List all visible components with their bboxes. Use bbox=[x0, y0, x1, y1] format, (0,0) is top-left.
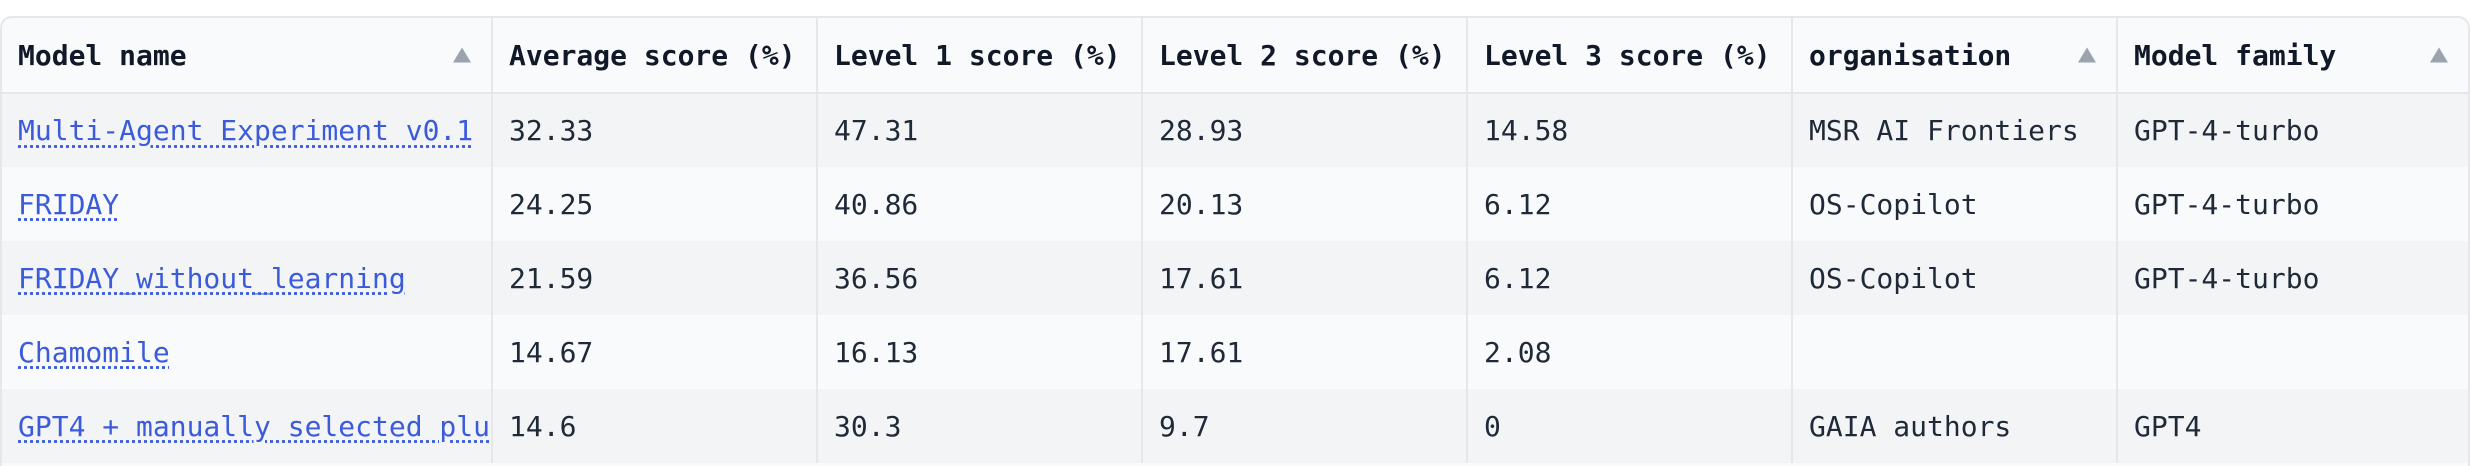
column-header-average-score[interactable]: Average score (%) bbox=[492, 18, 818, 94]
header-row: Model name Average score (%) Level 1 sco… bbox=[2, 18, 2468, 94]
model-family-cell: GPT-4-turbo bbox=[2117, 93, 2468, 167]
organisation-cell bbox=[1792, 315, 2118, 389]
sort-ascending-icon[interactable] bbox=[2078, 47, 2096, 63]
column-header-level-3-score[interactable]: Level 3 score (%) bbox=[1467, 18, 1793, 94]
level-2-score-cell: 20.13 bbox=[1142, 167, 1468, 241]
table-row: Chamomile 14.67 16.13 17.61 2.08 bbox=[2, 315, 2468, 389]
table-row: GPT4 + manually selected plugins 14.6 30… bbox=[2, 389, 2468, 463]
level-2-score-cell: 17.61 bbox=[1142, 241, 1468, 315]
column-header-model-name[interactable]: Model name bbox=[2, 18, 493, 94]
average-score-cell: 14.6 bbox=[492, 389, 818, 463]
level-2-score-cell: 9.7 bbox=[1142, 389, 1468, 463]
model-name-cell: Chamomile bbox=[2, 315, 493, 389]
table-row: FRIDAY 24.25 40.86 20.13 6.12 OS-Copilot… bbox=[2, 167, 2468, 241]
table-row: Multi-Agent Experiment v0.1 32.33 47.31 … bbox=[2, 93, 2468, 167]
column-header-label: Model family bbox=[2134, 38, 2337, 72]
level-1-score-cell: 36.56 bbox=[817, 241, 1143, 315]
level-2-score-cell: 17.61 bbox=[1142, 315, 1468, 389]
column-header-label: Level 1 score (%) bbox=[834, 38, 1121, 72]
model-link[interactable]: FRIDAY_without_learning bbox=[18, 262, 406, 295]
average-score-cell: 24.25 bbox=[492, 167, 818, 241]
level-1-score-cell: 30.3 bbox=[817, 389, 1143, 463]
model-name-cell: Multi-Agent Experiment v0.1 bbox=[2, 93, 493, 167]
leaderboard-table: Model name Average score (%) Level 1 sco… bbox=[2, 18, 2468, 463]
column-header-label: organisation bbox=[1809, 38, 2012, 72]
average-score-cell: 14.67 bbox=[492, 315, 818, 389]
model-link[interactable]: FRIDAY bbox=[18, 188, 119, 221]
sort-ascending-icon[interactable] bbox=[453, 47, 471, 63]
organisation-cell: MSR AI Frontiers bbox=[1792, 93, 2118, 167]
table-body: Multi-Agent Experiment v0.1 32.33 47.31 … bbox=[2, 93, 2468, 463]
model-name-cell: FRIDAY_without_learning bbox=[2, 241, 493, 315]
level-3-score-cell: 14.58 bbox=[1467, 93, 1793, 167]
model-link[interactable]: Chamomile bbox=[18, 336, 170, 369]
model-family-cell bbox=[2117, 315, 2468, 389]
column-header-label: Level 3 score (%) bbox=[1484, 38, 1771, 72]
organisation-cell: OS-Copilot bbox=[1792, 241, 2118, 315]
level-2-score-cell: 28.93 bbox=[1142, 93, 1468, 167]
model-family-cell: GPT4 bbox=[2117, 389, 2468, 463]
organisation-cell: OS-Copilot bbox=[1792, 167, 2118, 241]
column-header-level-1-score[interactable]: Level 1 score (%) bbox=[817, 18, 1143, 94]
model-link[interactable]: GPT4 + manually selected plugins bbox=[18, 410, 490, 443]
column-header-organisation[interactable]: organisation bbox=[1792, 18, 2118, 94]
column-header-model-family[interactable]: Model family bbox=[2117, 18, 2468, 94]
column-header-label: Model name bbox=[18, 38, 187, 72]
average-score-cell: 21.59 bbox=[492, 241, 818, 315]
level-1-score-cell: 40.86 bbox=[817, 167, 1143, 241]
column-header-label: Average score (%) bbox=[509, 38, 796, 72]
column-header-level-2-score[interactable]: Level 2 score (%) bbox=[1142, 18, 1468, 94]
column-header-label: Level 2 score (%) bbox=[1159, 38, 1446, 72]
level-3-score-cell: 0 bbox=[1467, 389, 1793, 463]
average-score-cell: 32.33 bbox=[492, 93, 818, 167]
organisation-cell: GAIA authors bbox=[1792, 389, 2118, 463]
model-name-cell: GPT4 + manually selected plugins bbox=[2, 389, 493, 463]
model-family-cell: GPT-4-turbo bbox=[2117, 167, 2468, 241]
level-3-score-cell: 6.12 bbox=[1467, 241, 1793, 315]
leaderboard-table-container: Model name Average score (%) Level 1 sco… bbox=[0, 16, 2470, 466]
sort-ascending-icon[interactable] bbox=[2430, 47, 2448, 63]
table-header: Model name Average score (%) Level 1 sco… bbox=[2, 18, 2468, 94]
level-1-score-cell: 47.31 bbox=[817, 93, 1143, 167]
model-family-cell: GPT-4-turbo bbox=[2117, 241, 2468, 315]
model-name-cell: FRIDAY bbox=[2, 167, 493, 241]
model-link[interactable]: Multi-Agent Experiment v0.1 bbox=[18, 114, 473, 147]
level-3-score-cell: 6.12 bbox=[1467, 167, 1793, 241]
level-1-score-cell: 16.13 bbox=[817, 315, 1143, 389]
table-row: FRIDAY_without_learning 21.59 36.56 17.6… bbox=[2, 241, 2468, 315]
level-3-score-cell: 2.08 bbox=[1467, 315, 1793, 389]
